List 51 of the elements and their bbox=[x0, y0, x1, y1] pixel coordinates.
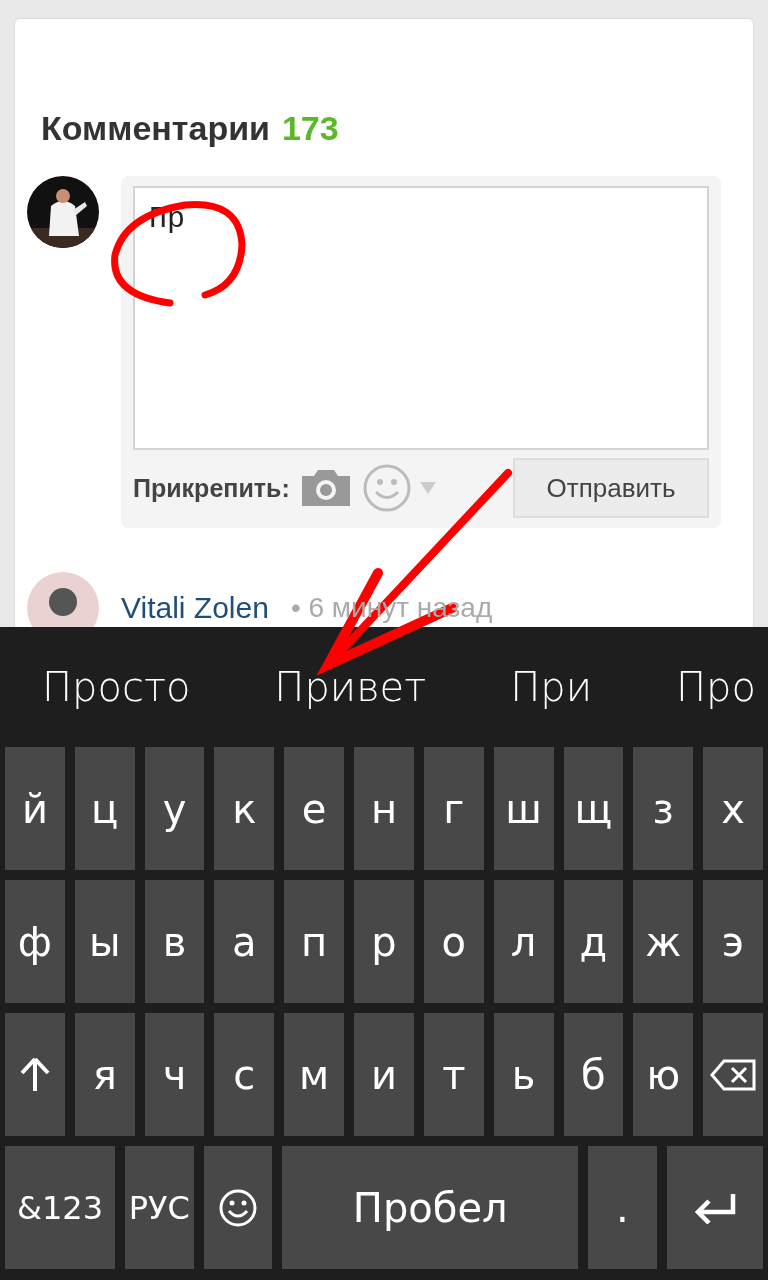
key[interactable]: . bbox=[588, 1146, 657, 1269]
key[interactable]: й bbox=[5, 747, 65, 870]
space-key[interactable]: Пробел bbox=[282, 1146, 579, 1269]
comments-heading: Комментарии 173 bbox=[41, 109, 340, 148]
key[interactable]: е bbox=[284, 747, 345, 870]
key[interactable]: о bbox=[423, 880, 484, 1003]
enter-icon bbox=[692, 1191, 737, 1224]
key[interactable]: п bbox=[284, 880, 345, 1003]
suggestion[interactable]: При bbox=[510, 664, 592, 710]
key[interactable]: к bbox=[214, 747, 275, 870]
key[interactable]: н bbox=[354, 747, 414, 870]
key[interactable]: с bbox=[214, 1013, 275, 1136]
lang-key[interactable]: РУС bbox=[125, 1146, 194, 1269]
shift-icon bbox=[18, 1056, 51, 1093]
suggestion[interactable]: Просто bbox=[42, 664, 191, 710]
key[interactable]: т bbox=[423, 1013, 484, 1136]
emoji-key[interactable] bbox=[203, 1146, 273, 1269]
symbols-key[interactable]: &123 bbox=[5, 1146, 115, 1269]
send-button[interactable]: Отправить bbox=[513, 458, 709, 518]
key[interactable]: щ bbox=[563, 747, 624, 870]
key[interactable]: л bbox=[493, 880, 554, 1003]
key[interactable]: м bbox=[284, 1013, 345, 1136]
suggestion[interactable]: Привет bbox=[274, 664, 427, 710]
suggestion[interactable]: Про bbox=[676, 664, 756, 710]
key[interactable]: р bbox=[354, 880, 414, 1003]
enter-key[interactable] bbox=[666, 1146, 763, 1269]
smiley-icon bbox=[218, 1187, 259, 1228]
key[interactable]: и bbox=[354, 1013, 414, 1136]
shift-key[interactable] bbox=[5, 1013, 65, 1136]
backspace-key[interactable] bbox=[703, 1013, 763, 1136]
backspace-icon bbox=[710, 1058, 757, 1091]
key[interactable]: ш bbox=[493, 747, 554, 870]
key[interactable]: а bbox=[214, 880, 275, 1003]
key[interactable]: ю bbox=[633, 1013, 694, 1136]
key[interactable]: г bbox=[423, 747, 484, 870]
key[interactable]: ц bbox=[74, 747, 135, 870]
key[interactable]: ф bbox=[5, 880, 65, 1003]
key[interactable]: ж bbox=[633, 880, 694, 1003]
key[interactable]: я bbox=[74, 1013, 135, 1136]
key[interactable]: в bbox=[144, 880, 205, 1003]
key[interactable]: э bbox=[703, 880, 763, 1003]
key[interactable]: д bbox=[563, 880, 624, 1003]
key[interactable]: ы bbox=[74, 880, 135, 1003]
key[interactable]: б bbox=[563, 1013, 624, 1136]
key[interactable]: у bbox=[144, 747, 205, 870]
key[interactable]: з bbox=[633, 747, 694, 870]
attach-label: Прикрепить: bbox=[133, 473, 290, 503]
key[interactable]: х bbox=[703, 747, 763, 870]
key[interactable]: ь bbox=[493, 1013, 554, 1136]
author-link[interactable]: Vitali Zolen bbox=[121, 591, 269, 625]
key[interactable]: ч bbox=[144, 1013, 205, 1136]
